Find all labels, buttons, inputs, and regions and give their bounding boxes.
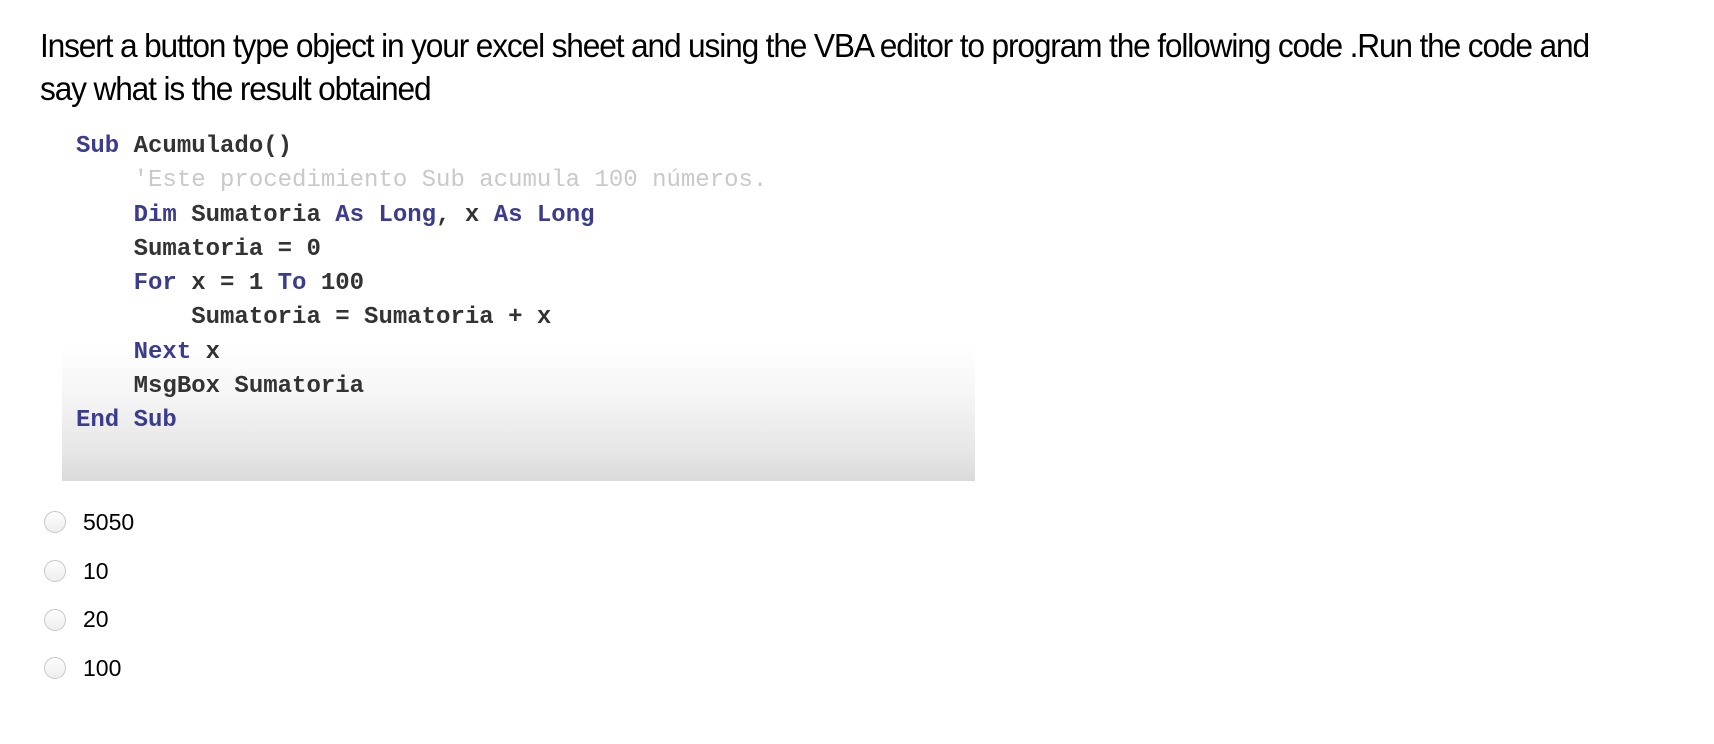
code-keyword: Sub: [76, 133, 134, 160]
option-label: 100: [83, 654, 122, 681]
radio-button[interactable]: [44, 608, 66, 631]
vba-code-block: Sub Acumulado() 'Este procedimiento Sub …: [76, 130, 767, 439]
code-text: x: [205, 338, 221, 366]
code-keyword: To: [277, 270, 321, 298]
option-label: 10: [83, 557, 109, 584]
code-line: Sumatoria = Sumatoria + x: [76, 301, 767, 335]
code-line: Sub Acumulado(): [76, 130, 767, 164]
code-text: , x: [436, 201, 494, 229]
question-text: Insert a button type object in your exce…: [40, 27, 1590, 107]
code-snippet-image: Sub Acumulado() 'Este procedimiento Sub …: [62, 125, 975, 481]
radio-button[interactable]: [44, 657, 66, 680]
code-line: Sumatoria = 0: [76, 233, 767, 267]
code-text: Sumatoria = 0: [133, 235, 321, 263]
answer-option[interactable]: 20: [44, 595, 134, 644]
code-comment: 'Este procedimiento Sub acumula 100 núme…: [133, 167, 768, 195]
option-label: 20: [83, 606, 109, 633]
code-keyword: As Long: [335, 201, 437, 229]
code-keyword: As Long: [493, 201, 595, 229]
code-keyword: Next: [133, 338, 206, 366]
code-keyword: Dim: [133, 201, 192, 229]
option-label: 5050: [83, 508, 135, 535]
code-text: MsgBox Sumatoria: [133, 373, 365, 401]
answer-option[interactable]: 10: [44, 547, 134, 596]
answer-option[interactable]: 100: [44, 644, 134, 693]
code-keyword: End Sub: [76, 407, 177, 435]
code-keyword: For: [133, 270, 192, 298]
answer-option[interactable]: 5050: [44, 498, 134, 547]
code-text: Sumatoria = Sumatoria + x: [191, 304, 552, 332]
code-text: Sumatoria: [191, 201, 336, 229]
radio-button[interactable]: [44, 560, 66, 583]
code-line: End Sub: [76, 404, 767, 438]
answer-options: 5050 10 20 100: [44, 498, 134, 693]
code-text: x = 1: [191, 270, 278, 298]
radio-button[interactable]: [44, 511, 66, 534]
code-text: Acumulado(): [133, 133, 293, 160]
code-line: 'Este procedimiento Sub acumula 100 núme…: [76, 164, 768, 198]
code-line: Dim Sumatoria As Long, x As Long: [76, 199, 767, 233]
code-line: Next x: [76, 336, 767, 370]
code-text: 100: [320, 270, 365, 298]
code-line: For x = 1 To 100: [76, 267, 767, 301]
code-line: MsgBox Sumatoria: [76, 370, 767, 404]
